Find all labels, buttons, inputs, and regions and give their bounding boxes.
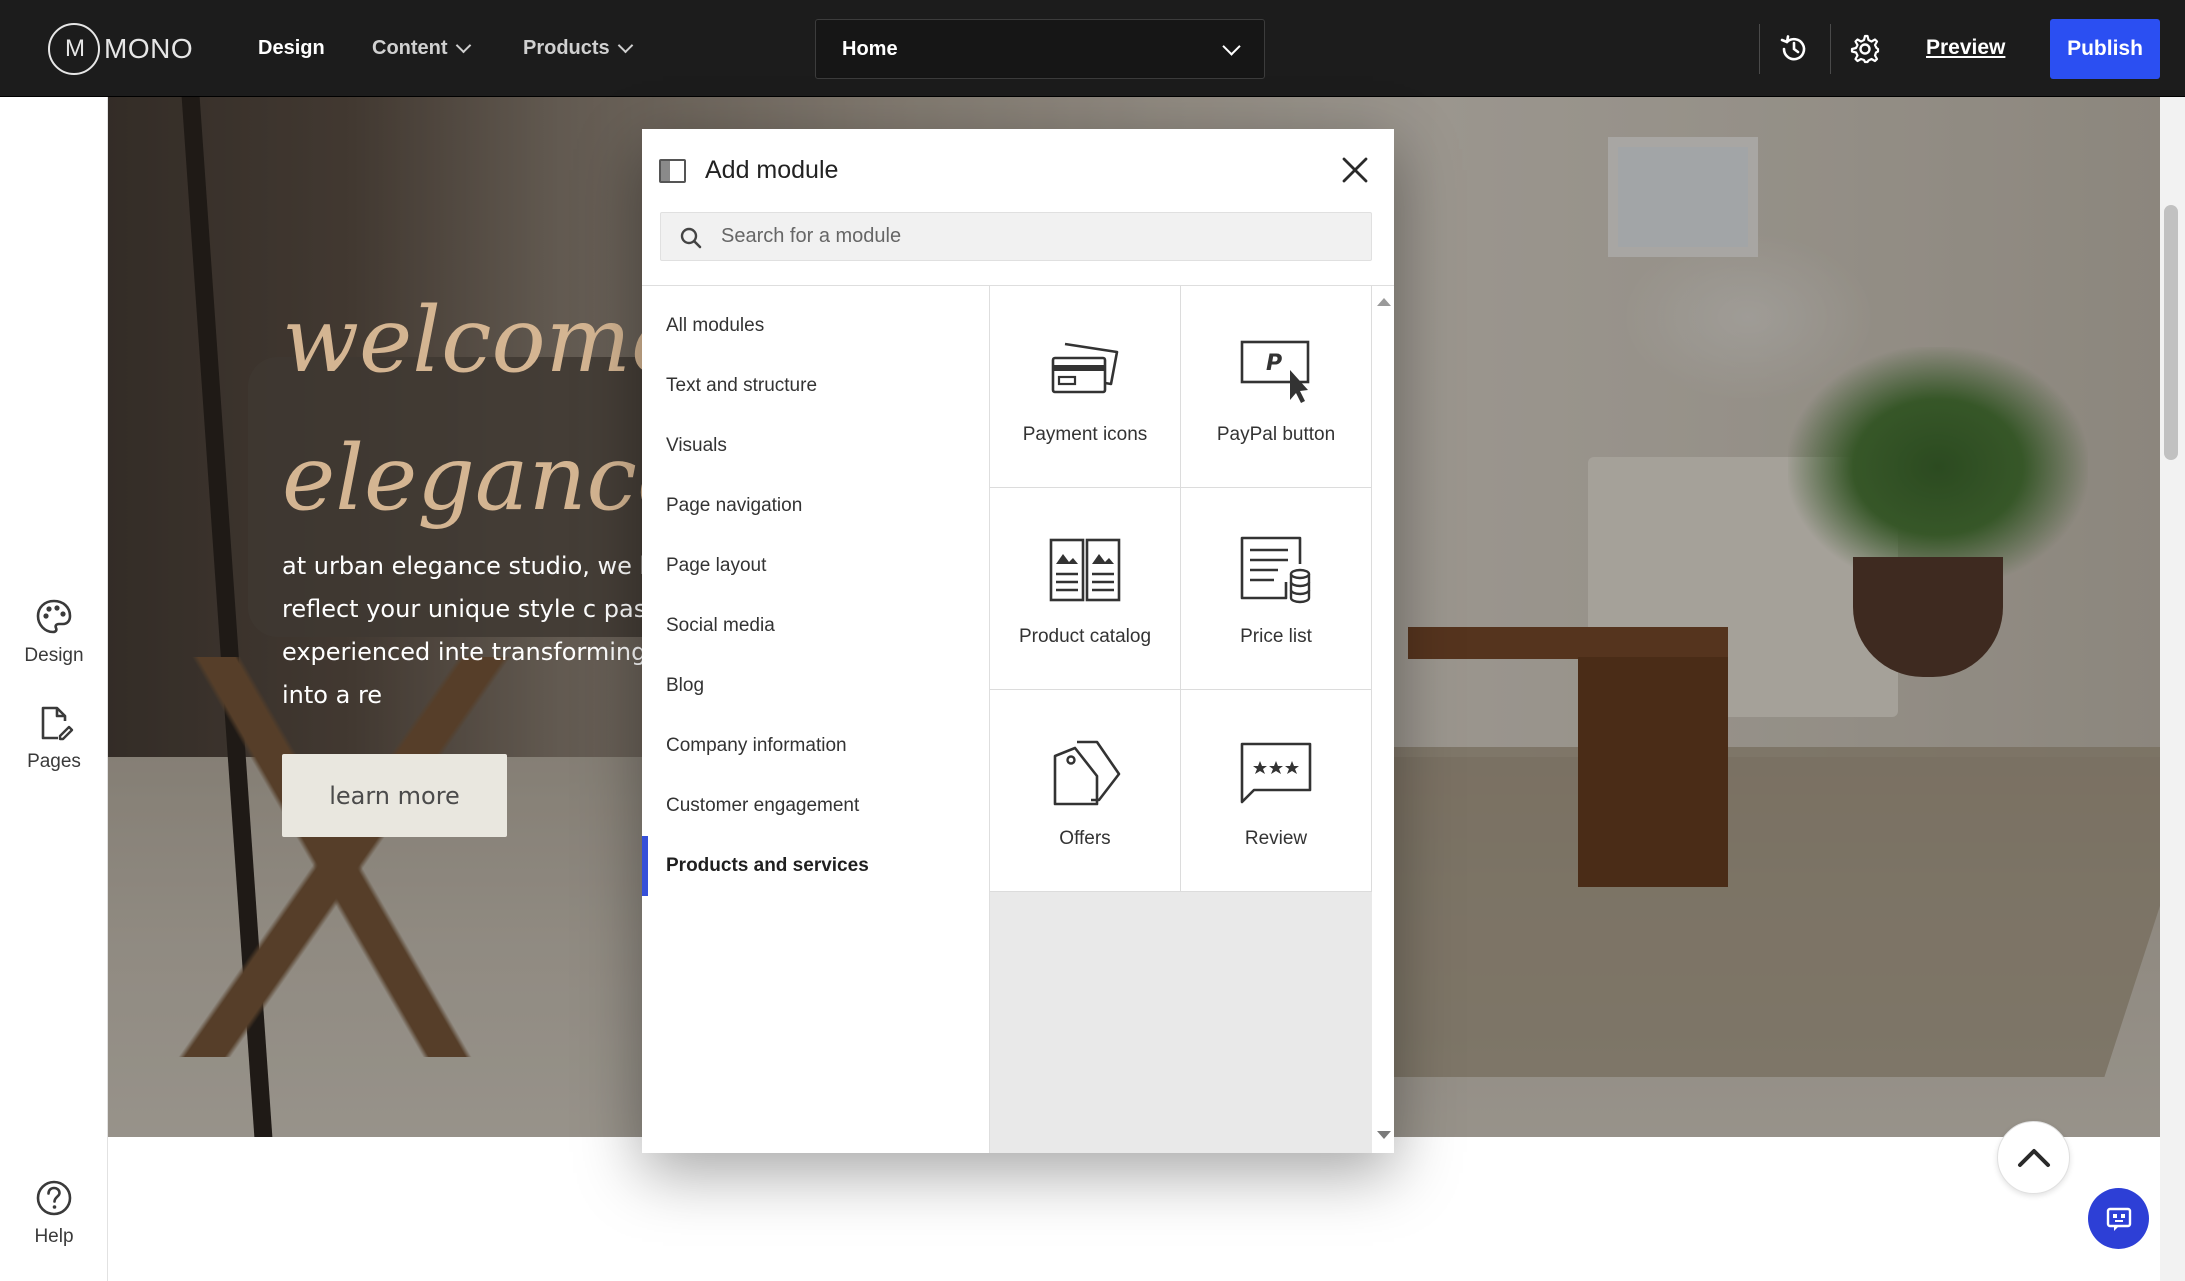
sidebar-item-label: Help (34, 1226, 74, 1247)
logo[interactable]: M MONO (48, 22, 193, 76)
module-label: Payment icons (1022, 424, 1148, 445)
category-customer-engagement[interactable]: Customer engagement (642, 776, 990, 836)
scroll-down-arrow-icon[interactable] (1377, 1131, 1391, 1139)
product-catalog-icon (1049, 538, 1121, 602)
divider (1830, 24, 1831, 74)
price-list-icon (1240, 536, 1311, 604)
chevron-down-icon (617, 37, 633, 53)
module-label: Review (1244, 828, 1308, 849)
sidebar-item-design[interactable]: Design (0, 597, 108, 667)
module-search[interactable] (660, 212, 1372, 261)
chevron-down-icon (1222, 36, 1241, 56)
module-tile-payment-icons[interactable]: Payment icons (990, 286, 1181, 488)
payment-cards-icon (1051, 342, 1119, 394)
page-selector[interactable]: Home (815, 19, 1265, 79)
nav-design-label: Design (258, 36, 325, 59)
category-blog[interactable]: Blog (642, 656, 990, 716)
chevron-down-icon (455, 37, 471, 53)
category-visuals[interactable]: Visuals (642, 416, 990, 476)
left-sidebar: Design Pages Help (0, 97, 108, 1281)
publish-button[interactable]: Publish (2050, 19, 2160, 79)
divider (1759, 24, 1760, 74)
nav-content[interactable]: Content (372, 30, 471, 66)
module-label: PayPal button (1216, 424, 1336, 445)
category-text-and-structure[interactable]: Text and structure (642, 356, 990, 416)
module-label: Product catalog (1018, 626, 1152, 647)
robot-chat-icon (2106, 1207, 2131, 1231)
module-grid-scrollbar[interactable] (1372, 286, 1394, 1153)
page-selector-value: Home (842, 37, 898, 60)
dialog-title: Add module (705, 156, 839, 184)
sidebar-item-label: Design (24, 645, 84, 666)
editor-window: M MONO Design Content Products Home Prev… (0, 0, 2185, 1281)
scroll-to-top-button[interactable] (1997, 1121, 2070, 1194)
nav-products-label: Products (523, 36, 610, 59)
palette-icon (36, 599, 72, 634)
logo-mark: M (48, 23, 100, 75)
category-products-and-services[interactable]: Products and services (642, 836, 990, 896)
module-tile-price-list[interactable]: Price list (1181, 488, 1372, 690)
module-grid: Payment icons P PayPal button Product ca… (990, 286, 1372, 1153)
module-tile-offers[interactable]: Offers (990, 690, 1181, 892)
category-all-modules[interactable]: All modules (642, 296, 990, 356)
sidebar-item-pages[interactable]: Pages (0, 703, 108, 773)
category-social-media[interactable]: Social media (642, 596, 990, 656)
svg-text:P: P (1266, 351, 1282, 376)
chevron-up-icon (2017, 1148, 2050, 1167)
module-tile-product-catalog[interactable]: Product catalog (990, 488, 1181, 690)
history-icon[interactable] (1777, 32, 1811, 66)
nav-design[interactable]: Design (258, 30, 325, 66)
category-company-information[interactable]: Company information (642, 716, 990, 776)
page-scrollbar-thumb[interactable] (2164, 205, 2178, 460)
module-tile-review[interactable]: Review (1181, 690, 1372, 892)
scroll-up-arrow-icon[interactable] (1377, 298, 1391, 306)
logo-text: MONO (104, 33, 194, 64)
nav-products[interactable]: Products (523, 30, 633, 66)
paypal-button-icon: P (1240, 340, 1310, 403)
category-page-layout[interactable]: Page layout (642, 536, 990, 596)
module-label: Price list (1240, 626, 1312, 647)
sidebar-item-label: Pages (27, 751, 81, 772)
close-icon[interactable] (1338, 153, 1372, 187)
gear-icon[interactable] (1848, 32, 1882, 66)
assistant-button[interactable] (2088, 1188, 2149, 1249)
learn-more-button[interactable]: learn more (282, 754, 507, 837)
page-below-hero (108, 1137, 2160, 1281)
dialog-header: Add module (642, 129, 1394, 209)
offers-tags-icon (1053, 740, 1121, 806)
sidebar-item-help[interactable]: Help (0, 1178, 108, 1248)
help-icon (36, 1180, 72, 1216)
module-tile-paypal-button[interactable]: P PayPal button (1181, 286, 1372, 488)
module-label: Offers (1059, 828, 1111, 849)
page-edit-icon (41, 706, 74, 741)
top-bar: M MONO Design Content Products Home Prev… (0, 0, 2185, 97)
search-input[interactable] (721, 213, 1351, 260)
preview-link[interactable]: Preview (1926, 36, 2005, 60)
search-icon (680, 227, 702, 249)
add-module-dialog: Add module All modules Text and structur… (642, 129, 1394, 1153)
panel-icon (659, 159, 686, 183)
nav-content-label: Content (372, 36, 448, 59)
review-stars-icon (1240, 742, 1312, 804)
category-page-navigation[interactable]: Page navigation (642, 476, 990, 536)
category-list: All modules Text and structure Visuals P… (642, 286, 990, 1153)
